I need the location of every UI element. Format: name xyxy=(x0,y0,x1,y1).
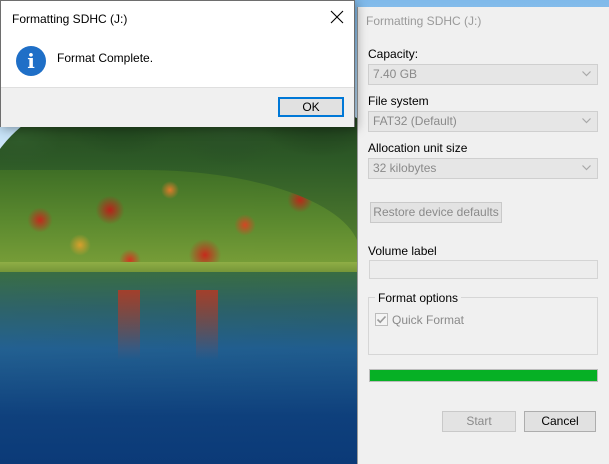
filesystem-select[interactable]: FAT32 (Default) xyxy=(368,111,598,132)
wallpaper-reflection xyxy=(118,290,140,360)
filesystem-value: FAT32 (Default) xyxy=(373,114,457,128)
close-icon[interactable] xyxy=(330,10,344,24)
quick-format-label: Quick Format xyxy=(392,313,465,327)
allocation-unit-select[interactable]: 32 kilobytes xyxy=(368,158,598,179)
progress-fill xyxy=(370,370,597,381)
volume-label-label: Volume label xyxy=(368,244,437,258)
message-box-titlebar: Formatting SDHC (J:) xyxy=(1,1,354,37)
checkmark-icon xyxy=(376,315,387,324)
message-box-title: Formatting SDHC (J:) xyxy=(12,12,128,26)
format-complete-message-box: Formatting SDHC (J:) i Format Complete. … xyxy=(0,0,355,127)
filesystem-label: File system xyxy=(368,94,429,108)
format-dialog-title: Formatting SDHC (J:) xyxy=(366,14,482,28)
capacity-label: Capacity: xyxy=(368,47,419,61)
volume-label-input[interactable] xyxy=(369,260,598,279)
format-dialog: Formatting SDHC (J:) Capacity: 7.40 GB F… xyxy=(357,7,609,464)
format-options-label: Format options xyxy=(375,291,462,305)
start-button[interactable]: Start xyxy=(442,411,516,432)
capacity-value: 7.40 GB xyxy=(373,67,418,81)
capacity-select[interactable]: 7.40 GB xyxy=(368,64,598,85)
format-progress-bar xyxy=(369,369,598,382)
chevron-down-icon xyxy=(582,165,591,171)
wallpaper-reflection xyxy=(196,290,218,360)
restore-defaults-button[interactable]: Restore device defaults xyxy=(370,202,502,223)
chevron-down-icon xyxy=(582,71,591,77)
quick-format-checkbox[interactable] xyxy=(375,313,388,326)
message-text: Format Complete. xyxy=(57,51,154,65)
cancel-button[interactable]: Cancel xyxy=(524,411,596,432)
allocation-unit-value: 32 kilobytes xyxy=(373,161,437,175)
chevron-down-icon xyxy=(582,118,591,124)
allocation-unit-label: Allocation unit size xyxy=(368,141,468,155)
info-icon: i xyxy=(16,46,46,76)
ok-button[interactable]: OK xyxy=(278,97,344,117)
